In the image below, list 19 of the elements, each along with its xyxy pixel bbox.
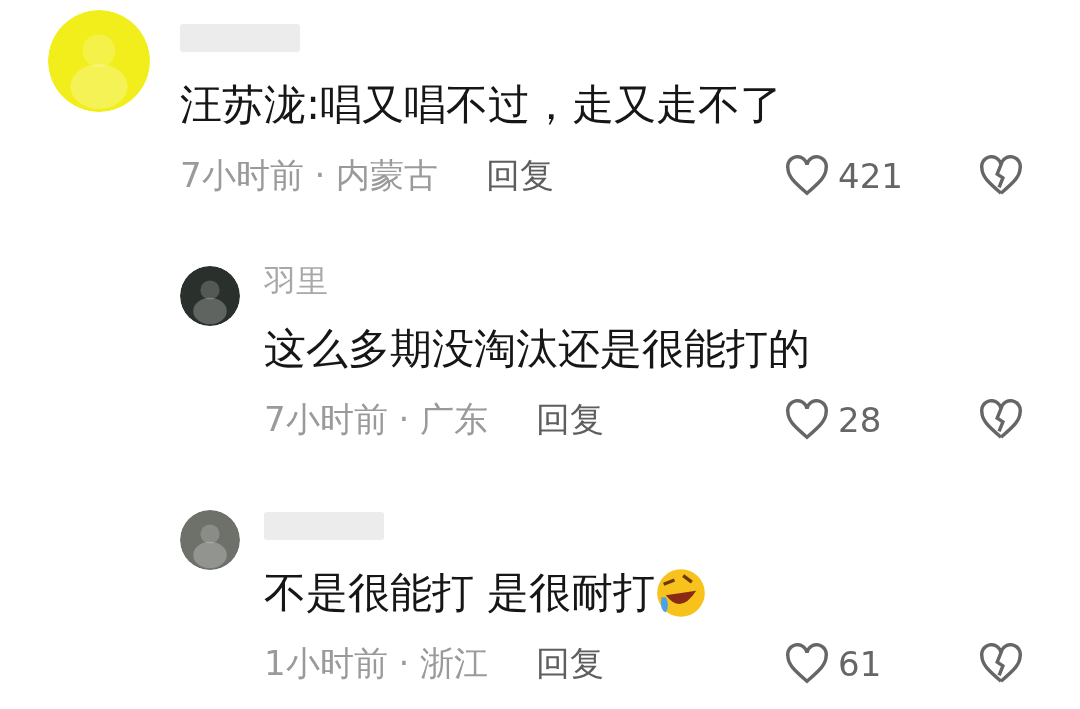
comment-text: 这么多期没淘汰还是很能打的	[264, 323, 810, 375]
time-location: 7小时前 · 内蒙古	[180, 154, 439, 197]
reply-link[interactable]: 回复	[486, 153, 555, 199]
like-count: 421	[838, 156, 903, 196]
comment-text: 不是很能打 是很耐打	[264, 567, 656, 619]
broken-heart-icon[interactable]	[978, 643, 1024, 685]
like-icon[interactable]	[784, 643, 830, 685]
broken-heart-icon[interactable]	[978, 155, 1024, 197]
time-location: 7小时前 · 广东	[264, 398, 489, 441]
like-count: 61	[838, 644, 882, 684]
laughing-emoji-icon	[655, 567, 708, 619]
broken-heart-icon[interactable]	[978, 399, 1024, 441]
like-icon[interactable]	[784, 399, 830, 441]
reply-link[interactable]: 回复	[536, 397, 605, 443]
like-count: 28	[838, 400, 882, 440]
comment-text: 汪苏泷:唱又唱不过，走又走不了	[180, 79, 783, 131]
reply-link[interactable]: 回复	[536, 641, 605, 687]
time-location: 1小时前 · 浙江	[264, 642, 489, 685]
like-icon[interactable]	[784, 155, 830, 197]
